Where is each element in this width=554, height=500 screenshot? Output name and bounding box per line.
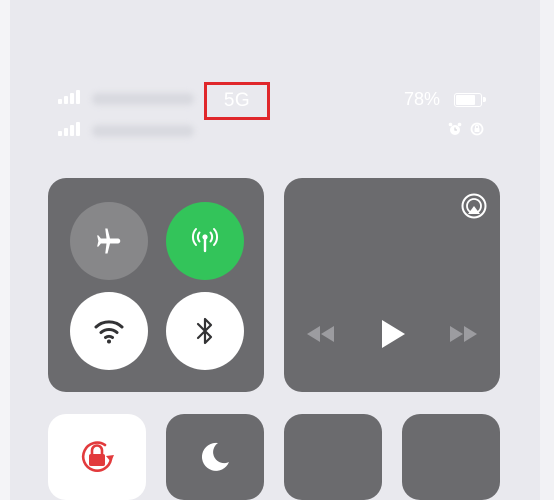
cellular-antenna-icon [192,228,218,253]
do-not-disturb-button[interactable] [166,414,264,500]
wifi-icon [94,320,124,344]
control-tile[interactable] [284,414,382,500]
airplay-icon[interactable] [460,192,488,220]
carrier-name-blurred [92,93,194,105]
wifi-button[interactable] [70,292,148,370]
moon-icon [201,442,229,471]
alarm-icon [448,122,462,135]
network-type-label: 5G [204,82,270,120]
connectivity-module [48,178,264,392]
rotation-lock-icon [81,441,114,472]
airplane-icon [97,228,121,254]
media-player-module [284,178,500,392]
cellular-data-button[interactable] [166,202,244,280]
media-controls [284,314,500,354]
battery-tip [483,97,486,102]
cellular-signal-icon [58,90,80,104]
bluetooth-button[interactable] [166,292,244,370]
cellular-signal-secondary-icon [58,122,80,136]
control-tile[interactable] [402,414,500,500]
screen-rotation-lock-button[interactable] [48,414,146,500]
play-icon[interactable] [379,318,407,350]
bluetooth-icon [196,317,213,345]
battery-icon [454,93,486,107]
airplane-mode-button[interactable] [70,202,148,280]
battery-percentage: 78% [404,89,441,109]
status-bar: 5G 78% [0,0,554,160]
rewind-icon[interactable] [305,324,337,344]
battery-fill [456,95,475,105]
orientation-lock-small-icon [470,122,484,136]
carrier-name-secondary-blurred [92,125,194,137]
fast-forward-icon[interactable] [447,324,479,344]
